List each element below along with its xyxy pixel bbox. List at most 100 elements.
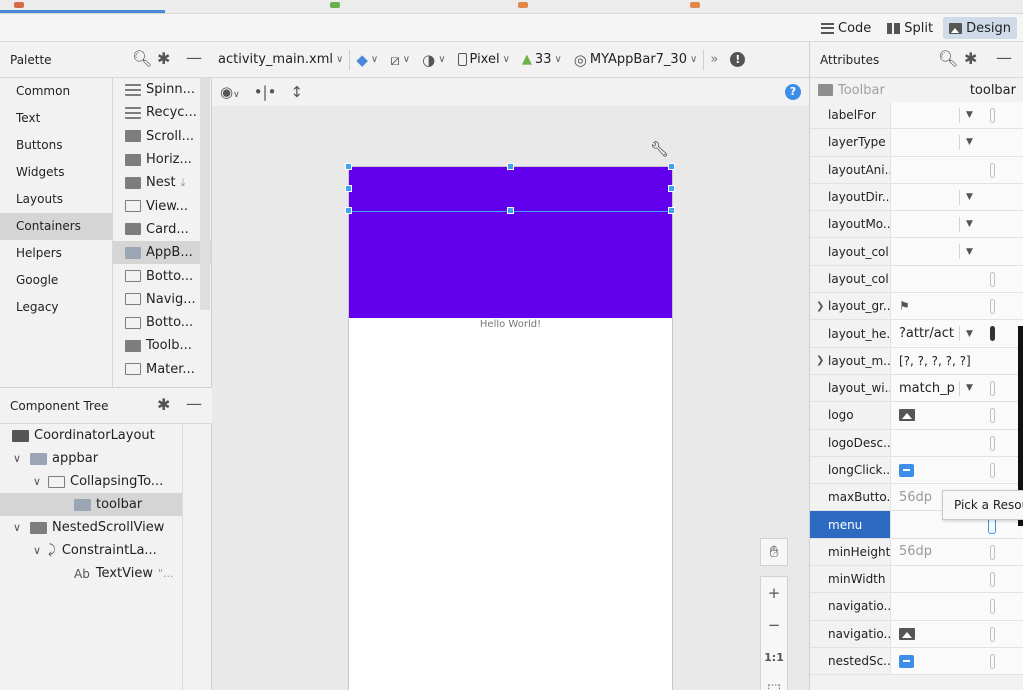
split-mode-button[interactable]: Split (881, 17, 939, 39)
palette-item[interactable]: Nest ⤓ (113, 171, 212, 194)
zoom-fit-button[interactable]: ⬚ (761, 673, 787, 690)
dropdown-arrow-icon[interactable]: ▼ (966, 219, 973, 229)
palette-item[interactable]: Botto... (113, 311, 212, 334)
palette-category-common[interactable]: Common (0, 78, 112, 105)
palette-item[interactable]: Botto... (113, 264, 212, 287)
more-actions-button[interactable]: » (704, 52, 724, 67)
chevron-down-icon[interactable]: ∨ (30, 544, 44, 557)
design-mode-button[interactable]: Design (943, 17, 1017, 39)
gear-icon[interactable]: ✱ (157, 395, 170, 414)
layout-width-value[interactable]: match_p (899, 381, 955, 396)
palette-item[interactable]: Scroll... (113, 125, 212, 148)
resize-handle[interactable] (668, 185, 675, 192)
vertical-resize-icon[interactable]: ↕ (290, 83, 303, 101)
pick-resource-button[interactable] (990, 544, 995, 560)
file-tab-icon[interactable] (330, 2, 340, 8)
resize-handle[interactable] (345, 185, 352, 192)
chevron-down-icon[interactable]: ∨ (10, 521, 24, 534)
pick-resource-button[interactable] (990, 162, 995, 178)
dropdown-arrow-icon[interactable]: ▼ (966, 329, 973, 339)
chevron-right-icon[interactable]: ❯ (816, 301, 824, 312)
attr-row-layertype[interactable]: layerType ▼ (810, 129, 1023, 157)
checkbox-indeterminate-icon[interactable] (899, 654, 914, 668)
palette-category-layouts[interactable]: Layouts (0, 186, 112, 213)
resize-handle[interactable] (507, 207, 514, 214)
palette-category-helpers[interactable]: Helpers (0, 240, 112, 267)
palette-item[interactable]: Spinn... (113, 78, 212, 101)
tree-node-nestedscrollview[interactable]: ∨ NestedScrollView (0, 516, 182, 539)
chevron-right-icon[interactable]: ❯ (816, 355, 824, 366)
device-selector[interactable]: Pixel ∨ (452, 52, 516, 67)
attr-row-nestedscrollingenabled[interactable]: nestedSc... (810, 647, 1023, 676)
dropdown-arrow-icon[interactable]: ▼ (966, 137, 973, 147)
orientation-button[interactable]: ⧄ ∨ (384, 51, 416, 69)
pick-resource-button[interactable] (990, 462, 995, 478)
attr-row-layoutdirection[interactable]: layoutDir... ▼ (810, 183, 1023, 212)
zoom-out-button[interactable]: − (761, 609, 787, 641)
api-level-selector[interactable]: ▲ 33 ∨ (516, 52, 568, 67)
checkbox-indeterminate-icon[interactable] (899, 463, 914, 477)
layout-height-value[interactable]: ?attr/act (899, 326, 954, 341)
palette-scrollbar[interactable] (200, 78, 210, 310)
min-height-value[interactable]: 56dp (899, 544, 932, 559)
pick-resource-button[interactable] (990, 299, 995, 315)
pick-resource-button[interactable] (990, 408, 995, 424)
pick-resource-button[interactable] (990, 380, 995, 396)
attr-row-minwidth[interactable]: minWidth (810, 566, 1023, 594)
design-canvas[interactable]: 🔧︎ Hello World! ✋︎ + − 1:1 ⬚ (212, 106, 809, 690)
pick-resource-button[interactable] (990, 626, 995, 642)
minimize-icon[interactable]: — (186, 48, 202, 67)
palette-item[interactable]: Recyc... (113, 101, 212, 124)
attr-row-layout-width[interactable]: layout_wi... match_p ▼ (810, 374, 1023, 403)
gear-icon[interactable]: ✱ (157, 49, 170, 68)
attr-row-longclickable[interactable]: longClick... (810, 456, 1023, 485)
flag-icon[interactable]: ⚑ (899, 299, 910, 313)
tree-node-textview[interactable]: Ab TextView "... (0, 562, 182, 585)
pick-resource-button[interactable] (990, 108, 995, 123)
pick-resource-button[interactable] (990, 599, 995, 615)
attr-row-layoutanimation[interactable]: layoutAni... (810, 156, 1023, 184)
horizontal-constraint-icon[interactable]: •|• (254, 83, 277, 101)
palette-item[interactable]: Horiz... (113, 148, 212, 171)
tree-node-coordinatorlayout[interactable]: CoordinatorLayout (0, 424, 182, 447)
resize-handle[interactable] (507, 163, 514, 170)
attr-row-navigationcontentdescription[interactable]: navigatio... (810, 593, 1023, 621)
resize-handle[interactable] (345, 163, 352, 170)
search-icon[interactable]: 🔍︎ (938, 49, 958, 68)
resize-handle[interactable] (345, 207, 352, 214)
file-tab-icon[interactable] (690, 2, 700, 8)
download-icon[interactable]: ⤓ (181, 176, 186, 190)
attr-row-logodescription[interactable]: logoDesc... (810, 429, 1023, 457)
pick-resource-button[interactable] (990, 326, 995, 342)
code-mode-button[interactable]: Code (815, 17, 877, 39)
app-bar-preview[interactable] (349, 167, 672, 318)
dropdown-arrow-icon[interactable]: ▼ (966, 192, 973, 202)
file-tab-icon[interactable] (518, 2, 528, 8)
minimize-icon[interactable]: — (186, 394, 202, 413)
palette-item[interactable]: Navig... (113, 288, 212, 311)
dropdown-arrow-icon[interactable]: ▼ (966, 110, 973, 120)
palette-category-containers[interactable]: Containers (0, 213, 112, 240)
attr-row-layout-collapsemode[interactable]: layout_col... ▼ (810, 238, 1023, 266)
selected-view-id[interactable]: toolbar (970, 83, 1016, 98)
pan-button[interactable]: ✋︎ (760, 538, 788, 566)
device-preview[interactable]: Hello World! (345, 163, 675, 690)
resize-handle[interactable] (668, 207, 675, 214)
tree-node-toolbar[interactable]: toolbar (0, 493, 182, 516)
palette-item[interactable]: Toolb... (113, 334, 212, 357)
tree-node-appbar[interactable]: ∨ appbar (0, 447, 182, 470)
attr-row-minheight[interactable]: minHeight 56dp (810, 538, 1023, 567)
palette-item[interactable]: AppB... (113, 241, 212, 265)
attr-row-layout-height[interactable]: layout_he... ?attr/act▼ (810, 320, 1023, 348)
pick-resource-button[interactable] (990, 572, 995, 588)
palette-item[interactable]: Card... (113, 218, 212, 241)
attr-row-layout-collapseparallax[interactable]: layout_col... (810, 265, 1023, 294)
tree-node-constraintlayout[interactable]: ∨ ⤸ ConstraintLa... (0, 539, 182, 562)
dropdown-arrow-icon[interactable]: ▼ (966, 247, 973, 257)
attr-row-layout-margin[interactable]: ❯ layout_m... [?, ?, ?, ?, ?] (810, 347, 1023, 375)
attr-row-logo[interactable]: logo (810, 402, 1023, 430)
design-surface-button[interactable]: ◆ ∨ (350, 51, 384, 69)
eye-icon[interactable]: ◉∨ (220, 83, 240, 101)
dropdown-arrow-icon[interactable]: ▼ (966, 383, 973, 393)
palette-item[interactable]: Mater... (113, 358, 212, 381)
